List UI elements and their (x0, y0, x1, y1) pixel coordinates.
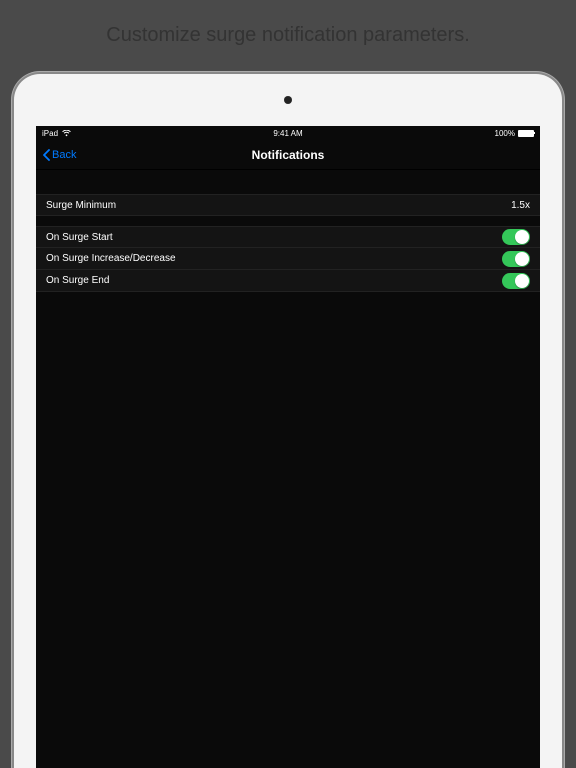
status-bar: iPad 9:41 AM 100% (36, 126, 540, 140)
on-surge-start-row: On Surge Start (36, 226, 540, 248)
ipad-frame: iPad 9:41 AM 100% Back Notifications (12, 72, 564, 768)
surge-minimum-label: Surge Minimum (46, 200, 511, 211)
on-surge-end-label: On Surge End (46, 275, 502, 286)
carrier-label: iPad (42, 129, 58, 138)
section-spacer (36, 170, 540, 194)
device-screen: iPad 9:41 AM 100% Back Notifications (36, 126, 540, 768)
front-camera (284, 96, 292, 104)
back-button[interactable]: Back (36, 149, 76, 161)
wifi-icon (62, 130, 71, 137)
section-spacer (36, 216, 540, 226)
marketing-caption: Customize surge notification parameters. (0, 0, 576, 72)
back-label: Back (52, 149, 76, 161)
on-surge-change-toggle[interactable] (502, 251, 530, 267)
on-surge-change-row: On Surge Increase/Decrease (36, 248, 540, 270)
on-surge-start-label: On Surge Start (46, 232, 502, 243)
surge-minimum-value: 1.5x (511, 200, 530, 211)
battery-pct-label: 100% (495, 129, 515, 138)
page-title: Notifications (252, 148, 325, 162)
surge-minimum-row[interactable]: Surge Minimum 1.5x (36, 194, 540, 216)
navigation-bar: Back Notifications (36, 140, 540, 170)
on-surge-end-toggle[interactable] (502, 273, 530, 289)
on-surge-change-label: On Surge Increase/Decrease (46, 253, 502, 264)
on-surge-start-toggle[interactable] (502, 229, 530, 245)
settings-content: Surge Minimum 1.5x On Surge Start On Sur… (36, 170, 540, 292)
clock-label: 9:41 AM (273, 129, 302, 138)
on-surge-end-row: On Surge End (36, 270, 540, 292)
battery-icon (518, 130, 534, 137)
chevron-left-icon (42, 149, 50, 161)
